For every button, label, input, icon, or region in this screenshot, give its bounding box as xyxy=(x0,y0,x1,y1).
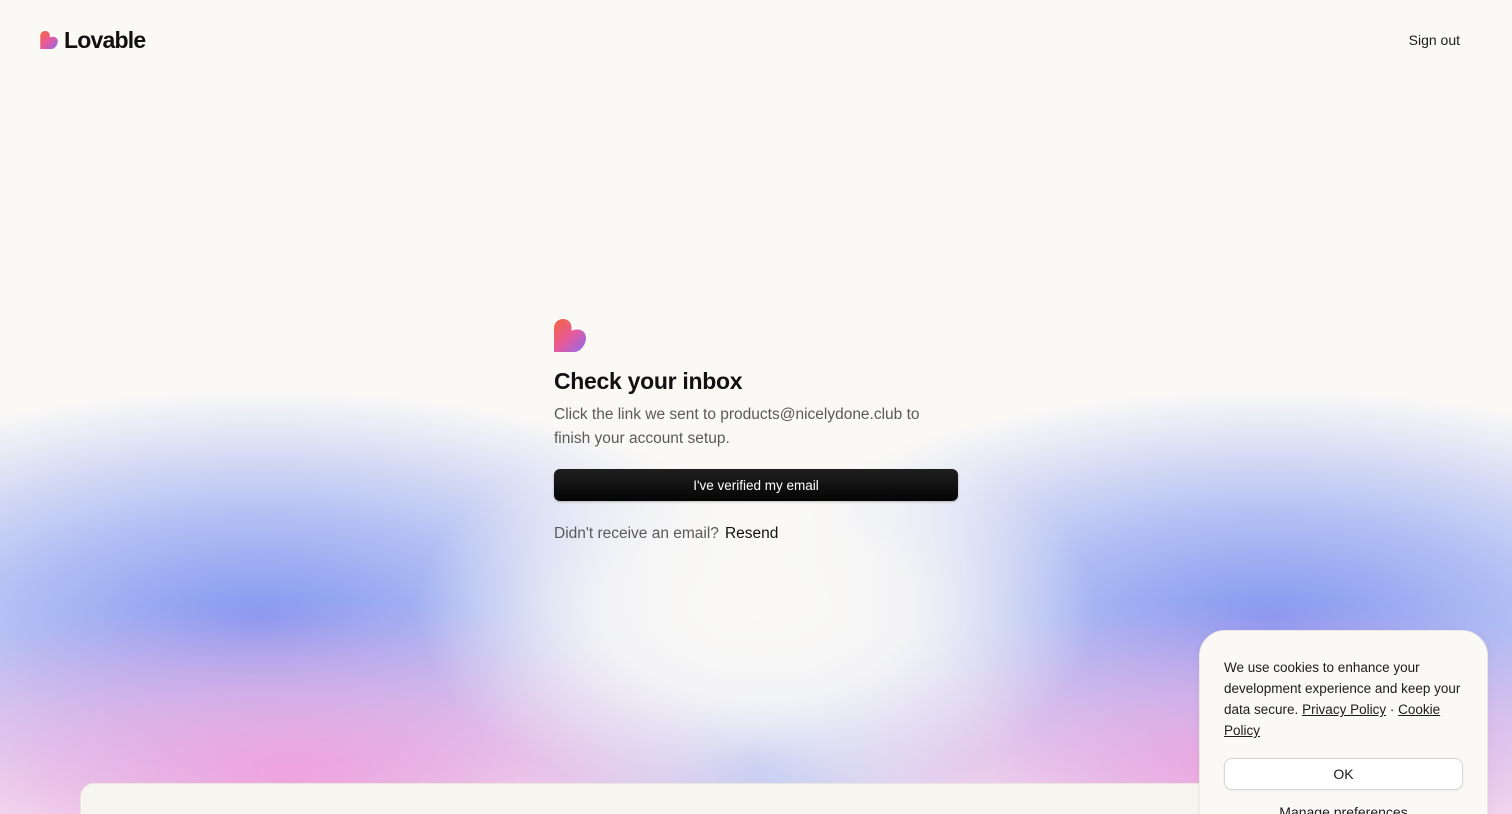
lovable-logo-icon xyxy=(40,31,58,49)
lovable-hero-logo-icon xyxy=(554,319,586,352)
cookie-banner: We use cookies to enhance your developme… xyxy=(1199,630,1488,814)
resend-row: Didn't receive an email? Resend xyxy=(554,525,958,543)
cookie-text: We use cookies to enhance your developme… xyxy=(1224,657,1463,741)
page: Lovable Sign out Check your inbox Click … xyxy=(0,0,1512,814)
brand-name: Lovable xyxy=(64,26,146,53)
link-separator: · xyxy=(1389,702,1395,717)
brand-link[interactable]: Lovable xyxy=(40,26,146,54)
page-title: Check your inbox xyxy=(554,368,743,394)
instructions-text: Click the link we sent to products@nicel… xyxy=(554,403,958,451)
verified-email-button[interactable]: I've verified my email xyxy=(554,469,958,501)
privacy-policy-link[interactable]: Privacy Policy xyxy=(1302,702,1386,717)
manage-preferences-button[interactable]: Manage preferences xyxy=(1279,804,1407,814)
bottom-panel xyxy=(80,783,1280,814)
resend-button[interactable]: Resend xyxy=(725,525,778,543)
verify-email-panel: Check your inbox Click the link we sent … xyxy=(554,319,958,543)
sign-out-button[interactable]: Sign out xyxy=(1409,32,1460,48)
instructions-line-2: finish your account setup. xyxy=(554,430,730,447)
resend-prompt: Didn't receive an email? xyxy=(554,525,719,542)
instructions-line-1: Click the link we sent to products@nicel… xyxy=(554,406,920,423)
cookie-ok-button[interactable]: OK xyxy=(1224,758,1463,790)
header: Lovable Sign out xyxy=(0,0,1512,80)
